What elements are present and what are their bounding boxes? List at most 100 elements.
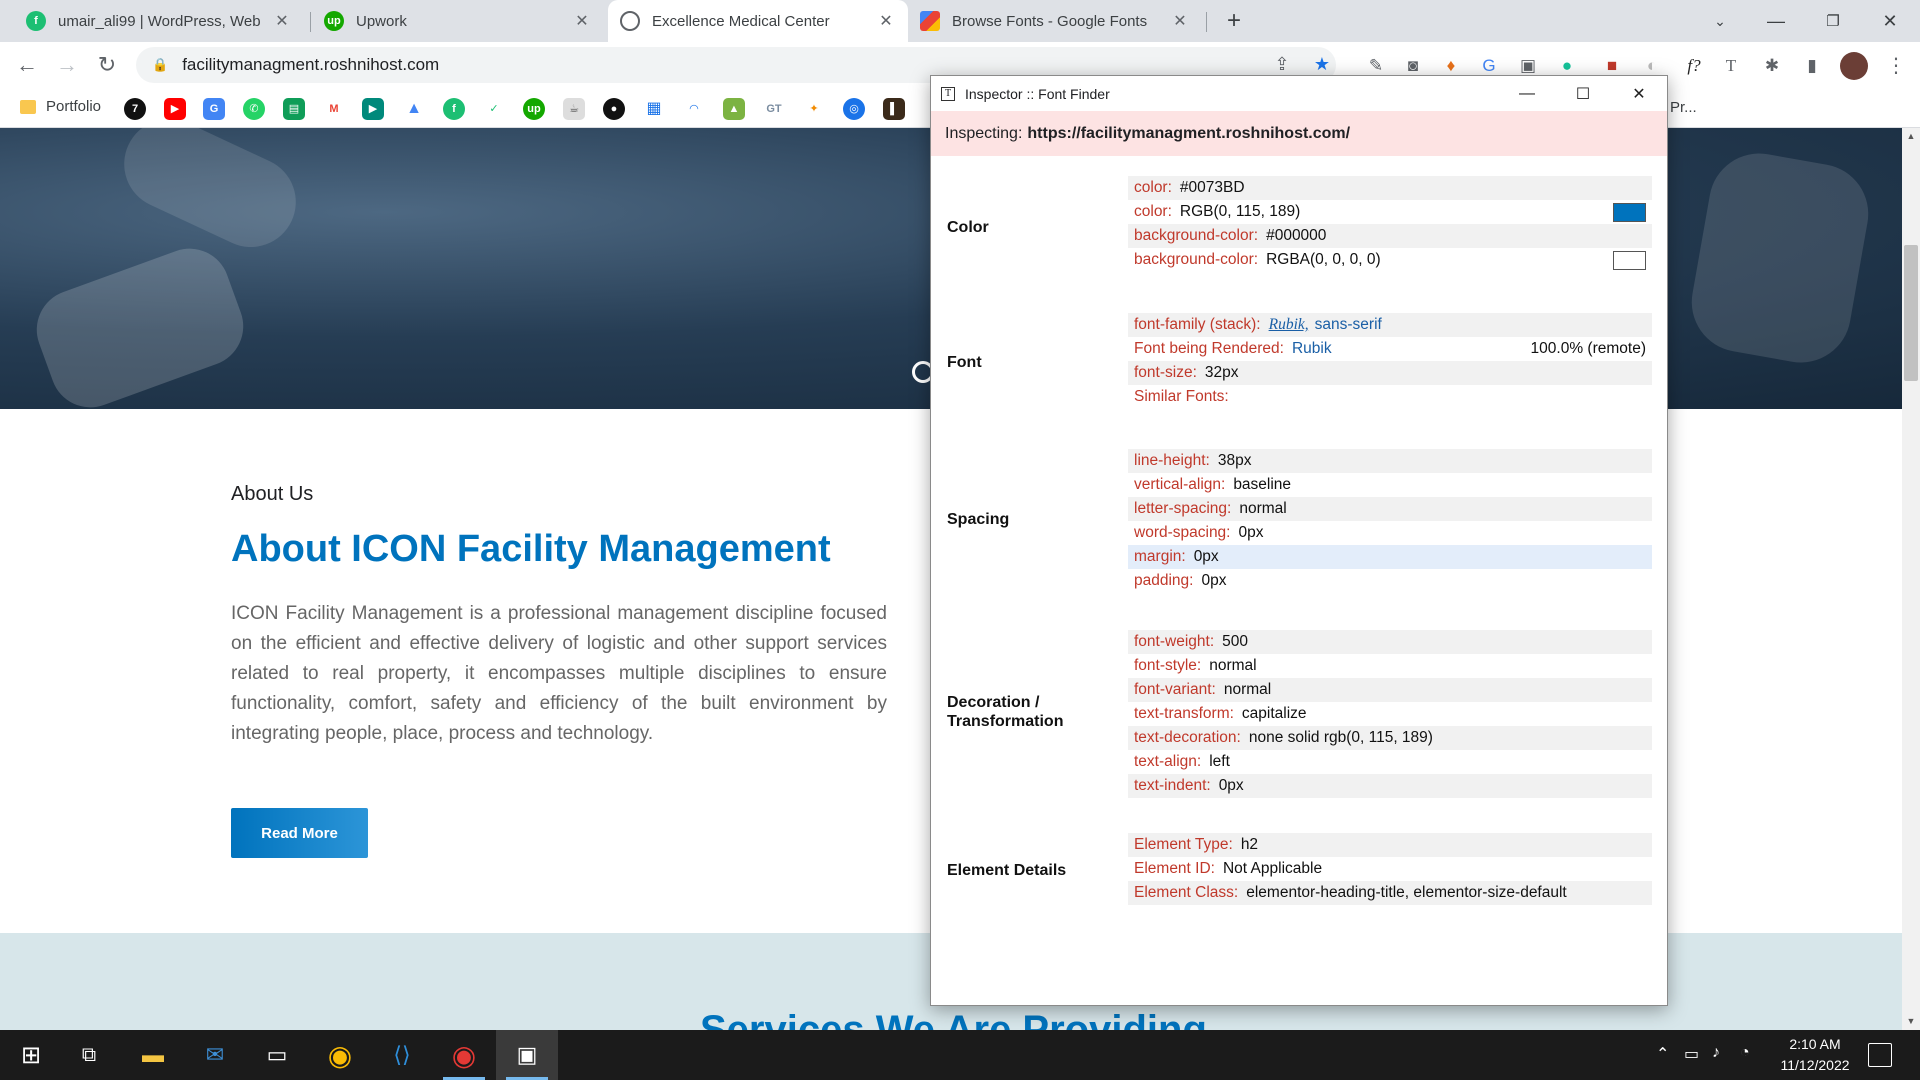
font-family-link[interactable]: Rubik, xyxy=(1269,316,1309,334)
bookmark-apps-icon[interactable]: ▦ xyxy=(643,98,665,120)
font-finder-extension-icon[interactable]: f? xyxy=(1682,54,1706,78)
volume-icon[interactable]: ♪ xyxy=(1712,1044,1720,1062)
tab-google-fonts[interactable]: Browse Fonts - Google Fonts ✕ xyxy=(908,0,1202,42)
decoration-row[interactable]: font-weight: 500 xyxy=(1128,630,1652,654)
bookmark-ads-icon[interactable]: ▲ xyxy=(403,98,425,120)
chrome-running-icon[interactable]: ◉ xyxy=(433,1030,495,1080)
element-row[interactable]: Element ID: Not Applicable xyxy=(1128,857,1652,881)
decoration-row[interactable]: text-decoration: none solid rgb(0, 115, 1… xyxy=(1128,726,1652,750)
spacing-row[interactable]: padding: 0px xyxy=(1128,569,1652,593)
scrollbar-thumb[interactable] xyxy=(1904,245,1918,381)
bookmark-gtmetrix-icon[interactable]: GT xyxy=(763,98,785,120)
bookmark-star-icon[interactable]: ★ xyxy=(1308,50,1336,78)
bookmark-gmail-icon[interactable]: M xyxy=(323,98,345,120)
scroll-up-arrow-icon[interactable]: ▲ xyxy=(1902,128,1920,144)
tab-search-icon[interactable]: ⌄ xyxy=(1692,0,1748,42)
extensions-puzzle-icon[interactable]: ✱ xyxy=(1760,54,1784,78)
bookmark-youtube-icon[interactable]: ▶ xyxy=(164,98,186,120)
maximize-button[interactable]: ☐ xyxy=(1555,76,1611,111)
bookmark-github-icon[interactable]: ● xyxy=(603,98,625,120)
mail-icon[interactable]: ✉ xyxy=(184,1030,246,1080)
terminal-icon[interactable]: ▭ xyxy=(246,1030,308,1080)
chrome-icon[interactable]: ◉ xyxy=(309,1030,371,1080)
show-hidden-icons-icon[interactable]: ⌃ xyxy=(1656,1044,1669,1064)
spacing-row[interactable]: vertical-align: baseline xyxy=(1128,473,1652,497)
bookmark-check-icon[interactable]: ✓ xyxy=(483,98,505,120)
whatfont-extension-icon[interactable]: T xyxy=(1719,54,1743,78)
share-icon[interactable]: ⇪ xyxy=(1268,50,1296,78)
close-icon[interactable]: ✕ xyxy=(272,11,292,31)
bookmark-runner-icon[interactable]: ✦ xyxy=(803,98,825,120)
new-tab-button[interactable]: + xyxy=(1220,8,1248,36)
font-family-row[interactable]: font-family (stack): Rubik, sans-serif xyxy=(1128,313,1652,337)
chrome-menu-icon[interactable]: ⋮ xyxy=(1886,52,1906,80)
close-window-button[interactable]: ✕ xyxy=(1862,0,1918,42)
property-value: #000000 xyxy=(1266,227,1327,244)
bookmark-image-icon[interactable]: ▲ xyxy=(723,98,745,120)
element-row[interactable]: Element Class: elementor-heading-title, e… xyxy=(1128,881,1652,905)
property-value: capitalize xyxy=(1241,705,1307,722)
taskbar-clock[interactable]: 2:10 AM 11/12/2022 xyxy=(1760,1034,1870,1076)
bookmark-upwork-icon[interactable]: up xyxy=(523,98,545,120)
tab-upwork[interactable]: up Upwork ✕ xyxy=(312,0,604,42)
windows-start-icon[interactable]: ⊞ xyxy=(0,1030,62,1080)
scroll-down-arrow-icon[interactable]: ▼ xyxy=(1902,1013,1920,1029)
section-label-line: Transformation xyxy=(947,713,1064,730)
wifi-icon[interactable]: ◔ xyxy=(1740,1044,1750,1062)
background-hex-row[interactable]: background-color: #000000 xyxy=(1128,224,1652,248)
minimize-button[interactable]: — xyxy=(1499,76,1555,111)
vscode-icon[interactable]: ⟨⟩ xyxy=(371,1030,433,1080)
close-icon[interactable]: ✕ xyxy=(1170,11,1190,31)
minimize-button[interactable]: — xyxy=(1748,0,1804,42)
bookmark-fiverr-icon[interactable]: f xyxy=(443,98,465,120)
notification-center-icon[interactable] xyxy=(1868,1043,1892,1067)
bookmark-folder-portfolio[interactable]: Portfolio xyxy=(20,98,101,115)
read-more-button[interactable]: Read More xyxy=(231,808,368,858)
bookmark-circle-icon[interactable]: ◎ xyxy=(843,98,865,120)
profile-avatar[interactable] xyxy=(1840,52,1868,80)
font-size-row[interactable]: font-size: 32px xyxy=(1128,361,1652,385)
similar-fonts-row[interactable]: Similar Fonts: xyxy=(1128,385,1652,409)
bookmark-book-icon[interactable]: ▌ xyxy=(883,98,905,120)
bookmark-cup-icon[interactable]: ☕ xyxy=(563,98,585,120)
bookmark-translate-icon[interactable]: G xyxy=(203,98,225,120)
decoration-row[interactable]: text-transform: capitalize xyxy=(1128,702,1652,726)
bookmark-wifi-icon[interactable]: ◠ xyxy=(683,98,705,120)
font-finder-taskbar-icon[interactable]: ▣ xyxy=(496,1030,558,1080)
bookmark-meet-icon[interactable]: ▶ xyxy=(362,98,384,120)
bookmark-overflow-label[interactable]: Pr... xyxy=(1670,99,1697,116)
restore-button[interactable]: ❐ xyxy=(1805,0,1861,42)
close-icon[interactable]: ✕ xyxy=(876,11,896,31)
tab-excellence-medical-center[interactable]: Excellence Medical Center ✕ xyxy=(608,0,908,42)
color-hex-row[interactable]: color: #0073BD xyxy=(1128,176,1652,200)
decoration-row[interactable]: text-align: left xyxy=(1128,750,1652,774)
close-icon[interactable]: ✕ xyxy=(572,11,592,31)
spacing-row[interactable]: word-spacing: 0px xyxy=(1128,521,1652,545)
spacing-row-highlighted[interactable]: margin: 0px xyxy=(1128,545,1652,569)
color-rgb-row[interactable]: color: RGB(0, 115, 189) xyxy=(1128,200,1652,224)
decoration-row[interactable]: font-variant: normal xyxy=(1128,678,1652,702)
spacing-row[interactable]: line-height: 38px xyxy=(1128,449,1652,473)
element-row[interactable]: Element Type: h2 xyxy=(1128,833,1652,857)
forward-button[interactable]: → xyxy=(52,50,82,80)
decoration-row[interactable]: text-indent: 0px xyxy=(1128,774,1652,798)
bookmark-whatsapp-icon[interactable]: ✆ xyxy=(243,98,265,120)
close-button[interactable]: ✕ xyxy=(1611,76,1667,111)
battery-icon[interactable]: ▭ xyxy=(1684,1044,1699,1064)
about-paragraph: ICON Facility Management is a profession… xyxy=(231,603,887,744)
font-rendered-row[interactable]: Font being Rendered: Rubik 100.0% (remot… xyxy=(1128,337,1652,361)
spacing-row[interactable]: letter-spacing: normal xyxy=(1128,497,1652,521)
bookmark-chat-icon[interactable]: ▤ xyxy=(283,98,305,120)
task-view-icon[interactable]: ⧉ xyxy=(58,1030,120,1080)
reload-button[interactable]: ↻ xyxy=(92,50,122,80)
bookmark-7-icon[interactable]: 7 xyxy=(124,98,146,120)
back-button[interactable]: ← xyxy=(12,50,42,80)
side-panel-icon[interactable]: ▮ xyxy=(1800,54,1824,78)
property-key: line-height: xyxy=(1134,452,1210,469)
tab-fiverr[interactable]: f umair_ali99 | WordPress, Web Pr ✕ xyxy=(14,0,304,42)
lock-icon[interactable]: 🔒 xyxy=(152,57,168,73)
font-finder-titlebar[interactable]: T Inspector :: Font Finder — ☐ ✕ xyxy=(931,76,1667,111)
file-explorer-icon[interactable]: ▬ xyxy=(122,1030,184,1080)
decoration-row[interactable]: font-style: normal xyxy=(1128,654,1652,678)
background-rgba-row[interactable]: background-color: RGBA(0, 0, 0, 0) xyxy=(1128,248,1652,272)
